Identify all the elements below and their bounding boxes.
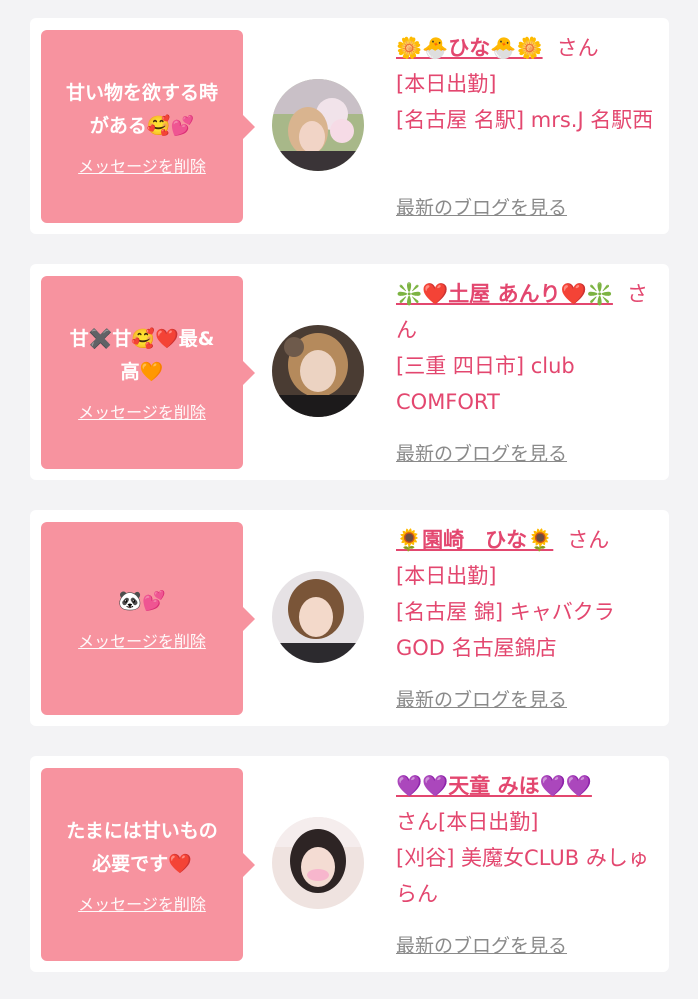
message-list: 甘い物を欲する時 がある🥰💕 メッセージを削除 🌼🐣ひな🐣🌼 さん [本日出勤] … <box>0 0 698 999</box>
message-text: 甘い物を欲する時 がある🥰💕 <box>65 81 218 137</box>
cast-name-link[interactable]: 💜💜天童 みほ💜💜 <box>396 774 592 798</box>
status-label: [本日出勤] <box>438 810 539 834</box>
avatar-photo <box>272 79 364 171</box>
avatar-photo <box>272 817 364 909</box>
avatar[interactable] <box>272 325 364 417</box>
message-text: 🐼💕 <box>118 590 166 612</box>
message-bubble: たまには甘いもの 必要です❤️ メッセージを削除 <box>41 768 255 961</box>
status-label: [本日出勤] <box>396 72 497 96</box>
cast-name-link[interactable]: ❇️❤️土屋 あんり❤️❇️ <box>396 282 613 306</box>
shop-label: [三重 四日市] club COMFORT <box>396 354 575 414</box>
honorific: さん <box>556 36 599 60</box>
shop-label: [名古屋 名駅] mrs.J 名駅西 <box>396 108 654 132</box>
blog-link[interactable]: 最新のブログを見る <box>396 439 567 466</box>
message-bubble: 甘い物を欲する時 がある🥰💕 メッセージを削除 <box>41 30 255 223</box>
blog-link[interactable]: 最新のブログを見る <box>396 931 567 958</box>
message-card: 甘い物を欲する時 がある🥰💕 メッセージを削除 🌼🐣ひな🐣🌼 さん [本日出勤] … <box>30 18 669 234</box>
avatar-photo <box>272 325 364 417</box>
cast-info: 💜💜天童 みほ💜💜 さん[本日出勤] [刈谷] 美魔女CLUB みしゅらん <box>396 768 658 912</box>
message-text: たまには甘いもの 必要です❤️ <box>66 819 218 875</box>
honorific: さん <box>567 528 610 552</box>
blog-link[interactable]: 最新のブログを見る <box>396 193 567 220</box>
message-card: 甘✖️甘🥰❤️最& 高🧡 メッセージを削除 ❇️❤️土屋 あんり❤️❇️ さん [… <box>30 264 669 480</box>
message-card: 🐼💕 メッセージを削除 🌻園崎 ひな🌻 さん [本日出勤] [名古屋 錦] キャバ… <box>30 510 669 726</box>
delete-message-link[interactable]: メッセージを削除 <box>78 628 206 652</box>
cast-info: 🌻園崎 ひな🌻 さん [本日出勤] [名古屋 錦] キャバクラ GOD 名古屋錦店 <box>396 522 658 666</box>
cast-info: ❇️❤️土屋 あんり❤️❇️ さん [三重 四日市] club COMFORT <box>396 276 658 420</box>
delete-message-link[interactable]: メッセージを削除 <box>78 891 206 915</box>
avatar[interactable] <box>272 571 364 663</box>
status-label: [本日出勤] <box>396 564 497 588</box>
message-text: 甘✖️甘🥰❤️最& 高🧡 <box>69 327 215 383</box>
blog-link[interactable]: 最新のブログを見る <box>396 685 567 712</box>
delete-message-link[interactable]: メッセージを削除 <box>78 153 206 177</box>
cast-name-link[interactable]: 🌼🐣ひな🐣🌼 <box>396 36 543 60</box>
avatar[interactable] <box>272 79 364 171</box>
shop-label: [名古屋 錦] キャバクラ GOD 名古屋錦店 <box>396 600 615 660</box>
message-card: たまには甘いもの 必要です❤️ メッセージを削除 💜💜天童 みほ💜💜 さん[本日… <box>30 756 669 972</box>
message-bubble: 🐼💕 メッセージを削除 <box>41 522 255 715</box>
cast-info: 🌼🐣ひな🐣🌼 さん [本日出勤] [名古屋 名駅] mrs.J 名駅西 <box>396 30 658 138</box>
message-bubble: 甘✖️甘🥰❤️最& 高🧡 メッセージを削除 <box>41 276 255 469</box>
honorific: さん <box>396 810 438 834</box>
delete-message-link[interactable]: メッセージを削除 <box>78 399 206 423</box>
cast-name-link[interactable]: 🌻園崎 ひな🌻 <box>396 528 553 552</box>
avatar-photo <box>272 571 364 663</box>
avatar[interactable] <box>272 817 364 909</box>
shop-label: [刈谷] 美魔女CLUB みしゅらん <box>396 846 649 906</box>
